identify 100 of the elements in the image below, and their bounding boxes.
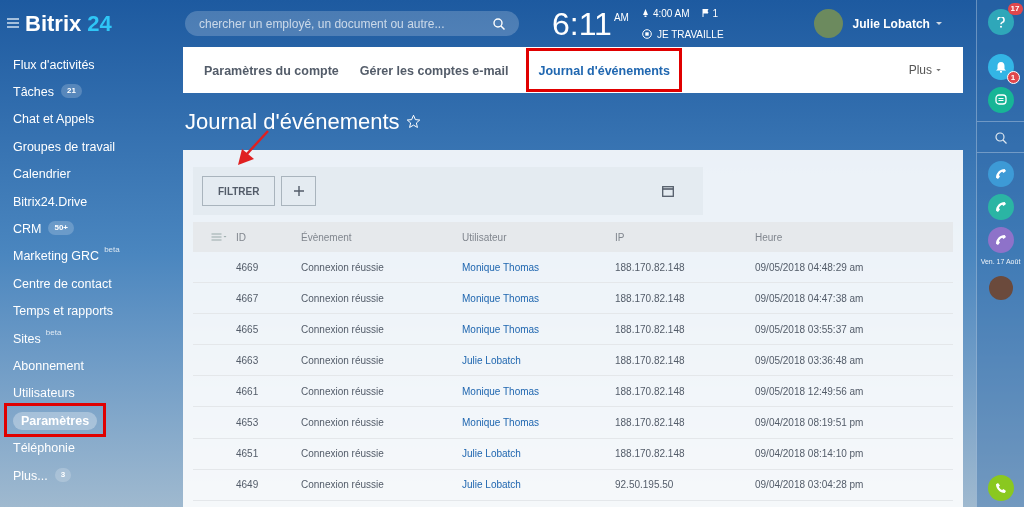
table-cell-text: 4661 bbox=[236, 384, 260, 399]
table-cell-text: 188.170.82.148 bbox=[615, 291, 686, 306]
table-cell-text: Connexion réussie bbox=[301, 416, 385, 430]
plus-icon bbox=[294, 186, 304, 196]
phone-button[interactable] bbox=[987, 475, 1014, 501]
table-cell-text: 188.170.82.148 bbox=[615, 353, 686, 368]
table-cell-text: 09/05/2018 04:47:38 am bbox=[755, 291, 865, 306]
search-field[interactable]: chercher un employé, un document ou autre... bbox=[185, 11, 519, 36]
flag-icon bbox=[701, 9, 709, 17]
sidebar-item[interactable]: Utilisateurs bbox=[13, 386, 75, 401]
table-cell-text: 188.170.82.148 bbox=[615, 447, 686, 462]
add-button[interactable] bbox=[281, 176, 317, 206]
chat-icon bbox=[994, 94, 1007, 106]
phone-icon bbox=[994, 201, 1007, 213]
sidebar-item[interactable]: Abonnement bbox=[13, 359, 84, 373]
user-link[interactable]: Monique Thomas bbox=[462, 321, 615, 337]
table-cell-text: 4649 bbox=[236, 478, 260, 493]
table-cell-text: 4665 bbox=[236, 322, 260, 337]
table-cell-text: Connexion réussie bbox=[301, 322, 385, 337]
stop-icon bbox=[641, 29, 652, 39]
call-button[interactable] bbox=[987, 227, 1014, 253]
caret-icon bbox=[935, 21, 942, 26]
help-button[interactable] bbox=[987, 9, 1014, 35]
sidebar-item[interactable]: CRM bbox=[13, 222, 42, 237]
count-badge: 21 bbox=[61, 84, 82, 99]
column-header[interactable]: IP bbox=[615, 229, 755, 245]
filter-button[interactable]: FILTRER bbox=[202, 176, 276, 206]
table-cell-text: 09/05/2018 03:55:37 am bbox=[755, 322, 865, 337]
table-cell-text: 09/04/2018 03:04:28 pm bbox=[755, 478, 865, 493]
table-cell-text: Connexion réussie bbox=[301, 478, 385, 493]
count-badge: 3 bbox=[54, 467, 72, 482]
more-menu-button[interactable]: Plus bbox=[908, 61, 941, 79]
table-cell-text: Connexion réussie bbox=[301, 260, 385, 275]
notifications-button[interactable] bbox=[987, 54, 1014, 80]
menu-icon[interactable] bbox=[7, 18, 19, 28]
table-cell-text: 188.170.82.148 bbox=[615, 260, 686, 275]
phone-icon bbox=[994, 234, 1007, 246]
table-cell-text: 4667 bbox=[236, 291, 260, 306]
bell-icon bbox=[994, 61, 1007, 73]
count-badge: 50+ bbox=[48, 221, 75, 236]
table-cell-text: 09/05/2018 03:36:48 am bbox=[755, 353, 865, 368]
column-header[interactable]: Utilisateur bbox=[462, 229, 615, 245]
user-menu-button[interactable]: Julie Lobatch bbox=[852, 14, 942, 33]
column-header[interactable]: ID bbox=[236, 229, 301, 245]
user-link[interactable]: Monique Thomas bbox=[462, 290, 615, 306]
table-cell-text: 09/04/2018 08:14:10 pm bbox=[755, 447, 865, 462]
sidebar-item[interactable]: Temps et rapports bbox=[13, 304, 114, 319]
table-cell-text: Connexion réussie bbox=[301, 291, 385, 306]
call-button[interactable] bbox=[987, 194, 1014, 220]
user-link[interactable]: Julie Lobatch bbox=[462, 446, 615, 462]
logo[interactable]: Bitrix 24 bbox=[25, 6, 112, 40]
search-icon[interactable] bbox=[493, 17, 505, 30]
user-link[interactable]: Monique Thomas bbox=[462, 415, 615, 430]
window-icon[interactable] bbox=[662, 185, 674, 197]
table-cell-text: Connexion réussie bbox=[301, 384, 385, 399]
sidebar-item[interactable]: Sites bbox=[13, 331, 41, 346]
user-link[interactable]: Monique Thomas bbox=[462, 259, 615, 275]
table-cell-text: 4651 bbox=[236, 447, 260, 462]
table-cell-text: 92.50.195.50 bbox=[615, 478, 675, 493]
sidebar-item[interactable]: Chat et Appels bbox=[13, 112, 95, 127]
table-cell-text: 4669 bbox=[236, 260, 260, 275]
table-cell-text: 09/04/2018 08:19:51 pm bbox=[755, 416, 865, 430]
page-title: Journal d'événements bbox=[185, 108, 400, 136]
table-cell-text: 09/05/2018 04:48:29 am bbox=[755, 260, 865, 275]
table-cell-text: 188.170.82.148 bbox=[615, 322, 686, 337]
user-link[interactable]: Monique Thomas bbox=[462, 383, 615, 399]
sidebar-item[interactable]: Centre de contact bbox=[13, 276, 112, 291]
sidebar-item[interactable]: Flux d'activités bbox=[13, 57, 95, 72]
table-cell-text: 4653 bbox=[236, 416, 260, 430]
sidebar-item[interactable]: Bitrix24.Drive bbox=[13, 194, 88, 209]
beta-tag: beta bbox=[45, 326, 62, 339]
column-header[interactable]: Heure bbox=[755, 229, 945, 245]
chat-button[interactable] bbox=[987, 87, 1014, 113]
flag-count: 1 bbox=[712, 6, 719, 21]
sidebar-item[interactable]: Tâches bbox=[13, 85, 54, 100]
call-button[interactable] bbox=[987, 161, 1014, 187]
table-cell-text: 09/05/2018 12:49:56 am bbox=[755, 384, 865, 399]
beta-tag: beta bbox=[104, 244, 120, 257]
work-status-button[interactable]: JE TRAVAILLE bbox=[641, 26, 724, 42]
sidebar-item[interactable]: Marketing GRC bbox=[13, 249, 100, 264]
star-icon[interactable] bbox=[405, 114, 421, 129]
tab[interactable]: Paramètres du compte bbox=[204, 62, 339, 81]
column-header[interactable]: Évènement bbox=[301, 229, 462, 245]
user-link[interactable]: Julie Lobatch bbox=[462, 352, 615, 368]
table-cell-text: Connexion réussie bbox=[301, 447, 385, 462]
user-link[interactable]: Julie Lobatch bbox=[462, 477, 615, 493]
table-cell-text: Connexion réussie bbox=[301, 353, 385, 368]
sidebar-item[interactable]: Calendrier bbox=[13, 167, 71, 182]
clock-time: 6:11 bbox=[552, 7, 612, 40]
phone-icon bbox=[994, 482, 1007, 494]
tab[interactable]: Journal d'événements bbox=[538, 62, 670, 81]
notification-badge: 17 bbox=[1007, 3, 1023, 15]
table-cell-text: 4663 bbox=[236, 353, 260, 368]
search-icon[interactable] bbox=[994, 132, 1007, 144]
question-mark-icon bbox=[996, 16, 1005, 28]
table-cell-text: 188.170.82.148 bbox=[615, 416, 686, 430]
sidebar-item[interactable]: Groupes de travail bbox=[13, 139, 116, 154]
alarm-time: 4:00 AM bbox=[652, 6, 690, 21]
tab[interactable]: Gérer les comptes e-mail bbox=[359, 62, 509, 81]
phone-icon bbox=[994, 168, 1007, 180]
